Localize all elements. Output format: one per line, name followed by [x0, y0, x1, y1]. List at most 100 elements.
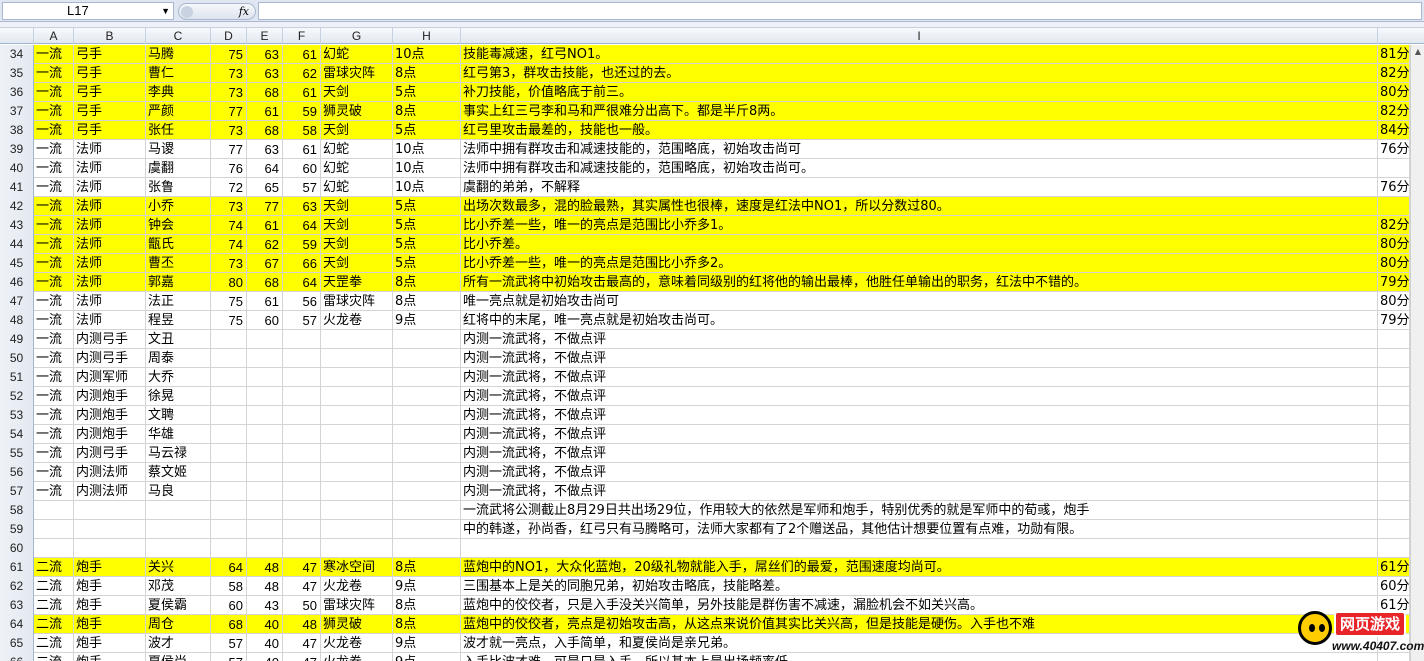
cell-general[interactable]: 大乔: [146, 368, 211, 387]
cell-skill[interactable]: [321, 406, 393, 425]
cell-skill[interactable]: 天罡拳: [321, 273, 393, 292]
cell-tier[interactable]: 一流: [34, 349, 74, 368]
row-number[interactable]: 39: [0, 140, 34, 159]
cell-points[interactable]: 5点: [393, 83, 461, 102]
cell-points[interactable]: 10点: [393, 140, 461, 159]
cell-score[interactable]: [1378, 501, 1410, 520]
cell-tier[interactable]: 一流: [34, 311, 74, 330]
cell-tier[interactable]: 二流: [34, 577, 74, 596]
cell-general[interactable]: 严颜: [146, 102, 211, 121]
cell-skill[interactable]: [321, 368, 393, 387]
cell-points[interactable]: 10点: [393, 45, 461, 64]
cell-tier[interactable]: 一流: [34, 330, 74, 349]
cell-stat-2[interactable]: 48: [247, 577, 283, 596]
row-number[interactable]: 54: [0, 425, 34, 444]
cell-stat-1[interactable]: [211, 501, 247, 520]
cell-points[interactable]: 9点: [393, 653, 461, 661]
cell-stat-2[interactable]: 43: [247, 596, 283, 615]
cell-stat-3[interactable]: 62: [283, 64, 321, 83]
cell-tier[interactable]: [34, 501, 74, 520]
cell-stat-3[interactable]: 57: [283, 311, 321, 330]
cell-score[interactable]: 82分: [1378, 102, 1410, 121]
cell-stat-3[interactable]: 58: [283, 121, 321, 140]
cell-stat-3[interactable]: [283, 406, 321, 425]
row-number[interactable]: 65: [0, 634, 34, 653]
cell-stat-3[interactable]: 66: [283, 254, 321, 273]
cell-tier[interactable]: 一流: [34, 121, 74, 140]
cell-points[interactable]: [393, 463, 461, 482]
row-number[interactable]: 45: [0, 254, 34, 273]
cell-stat-2[interactable]: 77: [247, 197, 283, 216]
column-header-d[interactable]: D: [211, 28, 247, 44]
cell-class[interactable]: 法师: [74, 197, 146, 216]
cell-score[interactable]: 80分: [1378, 83, 1410, 102]
cell-stat-3[interactable]: 61: [283, 140, 321, 159]
cell-score[interactable]: [1378, 330, 1410, 349]
cell-stat-2[interactable]: [247, 444, 283, 463]
cell-stat-2[interactable]: [247, 330, 283, 349]
cell-general[interactable]: 华雄: [146, 425, 211, 444]
cell-comment[interactable]: 内测一流武将，不做点评: [461, 482, 1378, 501]
cell-general[interactable]: 法正: [146, 292, 211, 311]
cell-stat-1[interactable]: 73: [211, 254, 247, 273]
cell-stat-2[interactable]: 60: [247, 311, 283, 330]
cell-stat-2[interactable]: 40: [247, 653, 283, 661]
cell-class[interactable]: 内测弓手: [74, 444, 146, 463]
scroll-up-icon[interactable]: ▲: [1411, 45, 1424, 59]
cell-tier[interactable]: 一流: [34, 45, 74, 64]
cell-points[interactable]: 8点: [393, 292, 461, 311]
cell-class[interactable]: 法师: [74, 292, 146, 311]
cell-comment[interactable]: 红弓第3，群攻击技能，也还过的去。: [461, 64, 1378, 83]
cell-stat-1[interactable]: [211, 330, 247, 349]
cell-comment[interactable]: 法师中拥有群攻击和减速技能的，范围略底，初始攻击尚可。: [461, 159, 1378, 178]
cell-tier[interactable]: 一流: [34, 83, 74, 102]
cell-stat-1[interactable]: [211, 463, 247, 482]
cell-stat-2[interactable]: 63: [247, 64, 283, 83]
cell-score[interactable]: [1378, 349, 1410, 368]
column-header-c[interactable]: C: [146, 28, 211, 44]
cell-stat-3[interactable]: [283, 349, 321, 368]
cell-stat-1[interactable]: [211, 444, 247, 463]
cell-tier[interactable]: 一流: [34, 406, 74, 425]
cell-stat-2[interactable]: [247, 482, 283, 501]
cell-class[interactable]: 弓手: [74, 121, 146, 140]
row-number[interactable]: 41: [0, 178, 34, 197]
cell-points[interactable]: 5点: [393, 216, 461, 235]
cell-skill[interactable]: [321, 330, 393, 349]
cell-score[interactable]: 79分: [1378, 311, 1410, 330]
cell-stat-2[interactable]: [247, 520, 283, 539]
cell-skill[interactable]: 雷球灾阵: [321, 64, 393, 83]
cell-class[interactable]: 弓手: [74, 45, 146, 64]
row-number[interactable]: 57: [0, 482, 34, 501]
cell-score[interactable]: [1378, 368, 1410, 387]
cell-class[interactable]: 炮手: [74, 634, 146, 653]
cell-general[interactable]: 程昱: [146, 311, 211, 330]
cell-skill[interactable]: [321, 387, 393, 406]
cell-comment[interactable]: 所有一流武将中初始攻击最高的，意味着同级别的红将他的输出最棒，他胜任单输出的职务…: [461, 273, 1378, 292]
cell-stat-1[interactable]: 75: [211, 292, 247, 311]
cell-skill[interactable]: 幻蛇: [321, 178, 393, 197]
cell-stat-3[interactable]: [283, 444, 321, 463]
cell-stat-3[interactable]: [283, 387, 321, 406]
row-number[interactable]: 66: [0, 653, 34, 661]
cell-tier[interactable]: 二流: [34, 596, 74, 615]
cell-skill[interactable]: [321, 539, 393, 558]
cell-comment[interactable]: 出场次数最多，混的脸最熟，其实属性也很棒，速度是红法中NO1，所以分数过80。: [461, 197, 1378, 216]
cell-stat-3[interactable]: 47: [283, 577, 321, 596]
cell-score[interactable]: [1378, 463, 1410, 482]
cell-class[interactable]: 内测军师: [74, 368, 146, 387]
cell-skill[interactable]: 狮灵破: [321, 615, 393, 634]
row-number[interactable]: 48: [0, 311, 34, 330]
cell-stat-2[interactable]: [247, 425, 283, 444]
cell-stat-3[interactable]: 59: [283, 102, 321, 121]
cell-class[interactable]: 炮手: [74, 596, 146, 615]
cell-score[interactable]: 76分: [1378, 178, 1410, 197]
cell-points[interactable]: 5点: [393, 235, 461, 254]
cell-points[interactable]: 5点: [393, 121, 461, 140]
cell-skill[interactable]: [321, 425, 393, 444]
cell-comment[interactable]: 红将中的末尾，唯一亮点就是初始攻击尚可。: [461, 311, 1378, 330]
cell-skill[interactable]: [321, 349, 393, 368]
row-number[interactable]: 63: [0, 596, 34, 615]
cell-points[interactable]: 8点: [393, 558, 461, 577]
cell-stat-3[interactable]: 59: [283, 235, 321, 254]
